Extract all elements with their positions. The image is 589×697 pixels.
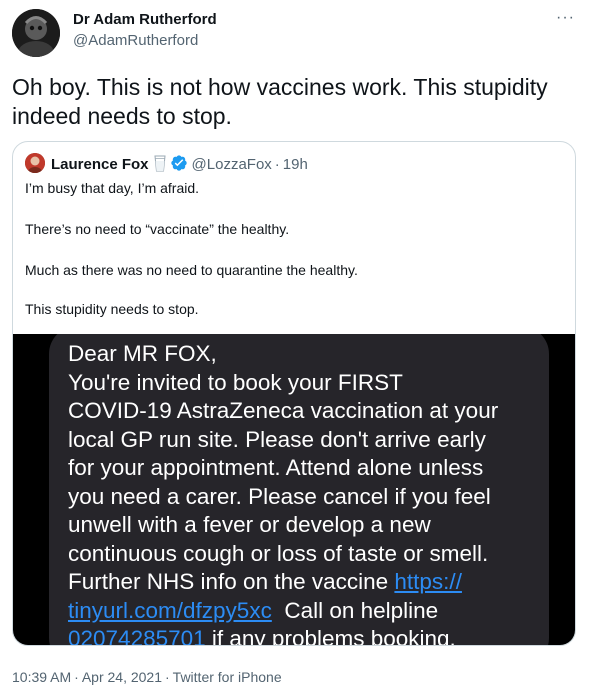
author-name[interactable]: Dr Adam Rutherford xyxy=(73,11,217,28)
separator-dot: · xyxy=(274,156,280,173)
sms-text-line: Further NHS info on the vaccine https:// xyxy=(68,569,462,595)
quoted-text-line: There’s no need to “vaccinate” the healt… xyxy=(25,221,290,237)
sms-text-line: tinyurl.com/dfzpy5xc Call on helpline xyxy=(68,598,438,624)
attached-screenshot-image[interactable]: Dear MR FOX, You're invited to book your… xyxy=(13,334,575,645)
quoted-author-name[interactable]: Laurence Fox xyxy=(51,156,149,173)
sms-text-line: 02074285701 if any problems booking. xyxy=(68,626,456,645)
sms-text: if any problems booking. xyxy=(205,626,456,645)
quoted-text-line: I’m busy that day, I’m afraid. xyxy=(25,180,200,196)
tweet-date[interactable]: Apr 24, 2021 xyxy=(82,669,162,685)
sms-link: tinyurl.com/dfzpy5xc xyxy=(68,598,272,623)
sms-text-line: COVID-19 AstraZeneca vaccination at your xyxy=(68,398,499,423)
separator-dot: · xyxy=(165,669,170,685)
verified-badge-icon xyxy=(170,154,188,177)
milk-glass-icon xyxy=(153,155,167,177)
quoted-text-line: Much as there was no need to quarantine … xyxy=(25,262,358,278)
sms-text: Further NHS info on the vaccine xyxy=(68,569,395,594)
separator-dot: · xyxy=(74,669,79,685)
quoted-author-handle[interactable]: @LozzaFox xyxy=(192,156,272,173)
sms-text: Call on helpline xyxy=(271,598,439,623)
avatar-image xyxy=(12,9,60,57)
sms-text-line: local GP run site. Please don't arrive e… xyxy=(68,427,486,452)
tweet: Dr Adam Rutherford @AdamRutherford ··· O… xyxy=(0,0,589,697)
author-handle[interactable]: @AdamRutherford xyxy=(73,32,198,49)
sms-link: https:// xyxy=(394,569,462,594)
quoted-tweet[interactable]: Laurence Fox @LozzaFox · 19h I’m busy that … xyxy=(12,141,576,646)
sms-text-line: continuous cough or loss of taste or sme… xyxy=(68,541,489,566)
sms-text-line: you need a carer. Please cancel if you f… xyxy=(68,484,491,509)
quoted-text-line: This stupidity needs to stop. xyxy=(25,301,199,317)
quoted-avatar-image xyxy=(25,153,45,173)
sms-text-line: for your appointment. Attend alone unles… xyxy=(68,455,484,480)
quoted-timestamp[interactable]: 19h xyxy=(283,156,308,173)
more-options-icon[interactable]: ··· xyxy=(556,10,575,26)
sms-text-line: Dear MR FOX, xyxy=(68,341,217,366)
tweet-footer: 10:39 AM · Apr 24, 2021 · Twitter for iPhone xyxy=(12,669,282,685)
author-avatar[interactable] xyxy=(12,9,60,57)
quoted-header: Laurence Fox @LozzaFox · 19h xyxy=(51,154,308,177)
sms-text-line: You're invited to book your FIRST xyxy=(68,370,403,395)
sms-phone-link: 02074285701 xyxy=(68,626,206,645)
sms-text-line: unwell with a fever or develop a new xyxy=(68,512,431,537)
tweet-source[interactable]: Twitter for iPhone xyxy=(173,669,282,685)
tweet-time[interactable]: 10:39 AM xyxy=(12,669,71,685)
tweet-text: Oh boy. This is not how vaccines work. T… xyxy=(12,74,548,129)
quoted-author-avatar[interactable] xyxy=(25,153,45,173)
